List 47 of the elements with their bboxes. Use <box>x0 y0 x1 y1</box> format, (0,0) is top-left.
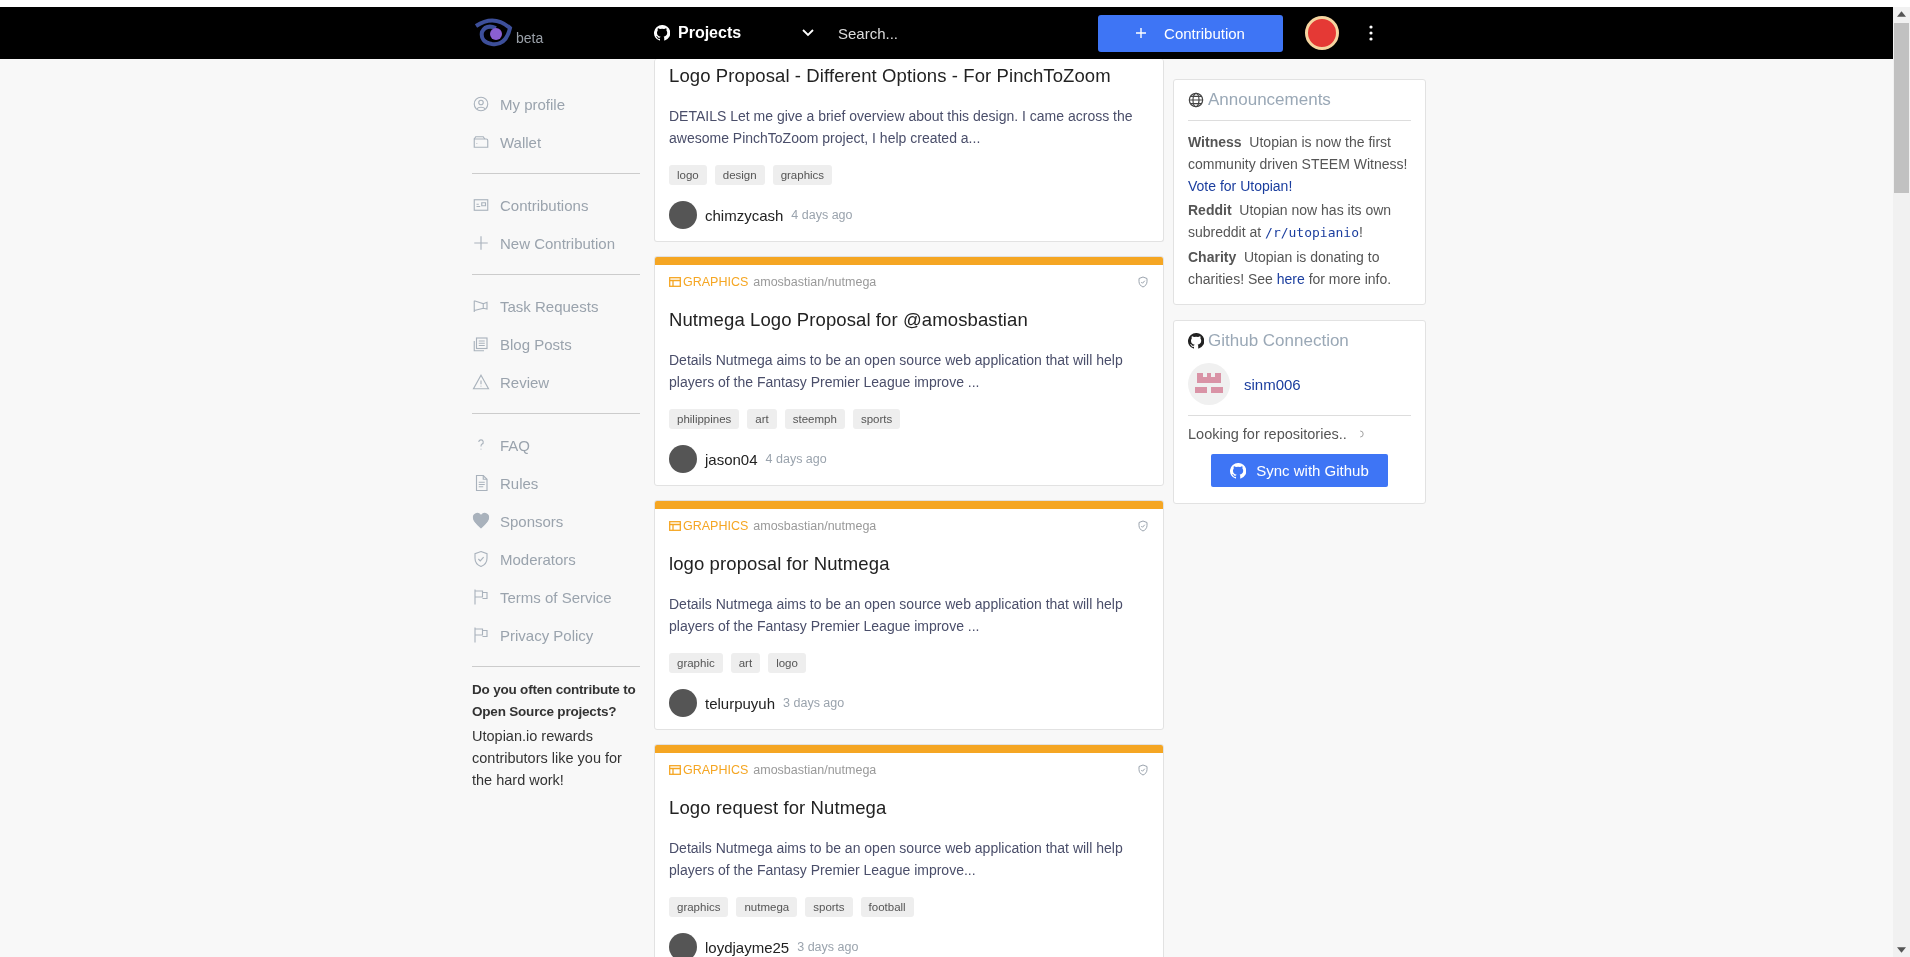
tag[interactable]: graphics <box>772 165 833 185</box>
author-name[interactable]: chimzycash <box>705 206 784 224</box>
tag[interactable]: sports <box>852 409 901 429</box>
announcement-text: Reddit Utopian now has its own subreddit at /r/utopianio! <box>1188 201 1393 242</box>
announcement-text: Witness Utopian is now the first community driven STEEM Witness! Vote for Utopian! <box>1188 133 1409 196</box>
author-name[interactable]: telurpuyuh <box>705 694 776 712</box>
card-title[interactable]: Logo request for Nutmega <box>669 797 1149 819</box>
panel-title: Announcements <box>1208 90 1331 110</box>
card-title[interactable]: Logo Proposal - Different Options - For PinchToZoom <box>669 65 1149 87</box>
contribution-button[interactable]: Contribution <box>1098 14 1283 52</box>
tag[interactable]: philippines <box>669 409 740 429</box>
card-title[interactable]: Nutmega Logo Proposal for @amosbastian <box>669 309 1149 331</box>
card-title[interactable]: logo proposal for Nutmega <box>669 553 1149 575</box>
post-time: 4 days ago <box>765 452 827 466</box>
tag[interactable]: sports <box>805 897 853 917</box>
announcement-link[interactable]: Vote for Utopian! <box>1188 178 1293 194</box>
announcement-text: Charity Utopian is donating to charities! See here for more info. <box>1188 248 1393 289</box>
tag[interactable]: nutmega <box>736 897 798 917</box>
tag[interactable]: art <box>747 409 777 429</box>
tag[interactable]: football <box>860 897 914 917</box>
promo-text: Utopian.io rewards contributors like you for the hard work! <box>472 727 623 790</box>
panel-title: Github Connection <box>1208 331 1349 351</box>
tag[interactable]: steemph <box>784 409 845 429</box>
post-time: 3 days ago <box>797 940 859 954</box>
announcement-link[interactable]: here <box>1276 271 1305 287</box>
post-time: 3 days ago <box>783 696 845 710</box>
card-excerpt: DETAILS Let me give a brief overview about this design. I came across the awesome PinchToZoom project, I help created a... <box>669 107 1134 148</box>
tag[interactable]: art <box>730 653 761 673</box>
github-username[interactable]: sinm006 <box>1244 375 1301 393</box>
author-name[interactable]: jason04 <box>705 450 758 468</box>
tag[interactable]: graphic <box>669 653 723 673</box>
tag[interactable]: logo <box>669 165 707 185</box>
tag[interactable]: graphics <box>669 897 729 917</box>
announcement-link[interactable]: /r/utopianio <box>1265 225 1359 240</box>
promo-heading: Do you often contribute to Open Source projects? <box>472 681 637 721</box>
beta-label: beta <box>516 30 544 46</box>
search-field[interactable]: Search... <box>836 23 1090 43</box>
card-excerpt: Details Nutmega aims to be an open source web application that will help players of the Fantasy Premier League improve... <box>669 839 1124 880</box>
card-excerpt: Details Nutmega aims to be an open source web application that will help players of the Fantasy Premier League improve ... <box>669 595 1124 636</box>
card-excerpt: Details Nutmega aims to be an open source web application that will help players of the Fantasy Premier League improve ... <box>669 351 1124 392</box>
post-time: 4 days ago <box>791 208 853 222</box>
tag[interactable]: logo <box>768 653 806 673</box>
projects-dropdown[interactable]: Projects <box>654 24 814 42</box>
author-name[interactable]: loydjayme25 <box>705 938 790 956</box>
repository-status-text: Looking for repositories.. <box>1188 426 1347 442</box>
tag[interactable]: design <box>714 165 765 185</box>
sync-github-button[interactable]: Sync with Github <box>1211 454 1388 487</box>
